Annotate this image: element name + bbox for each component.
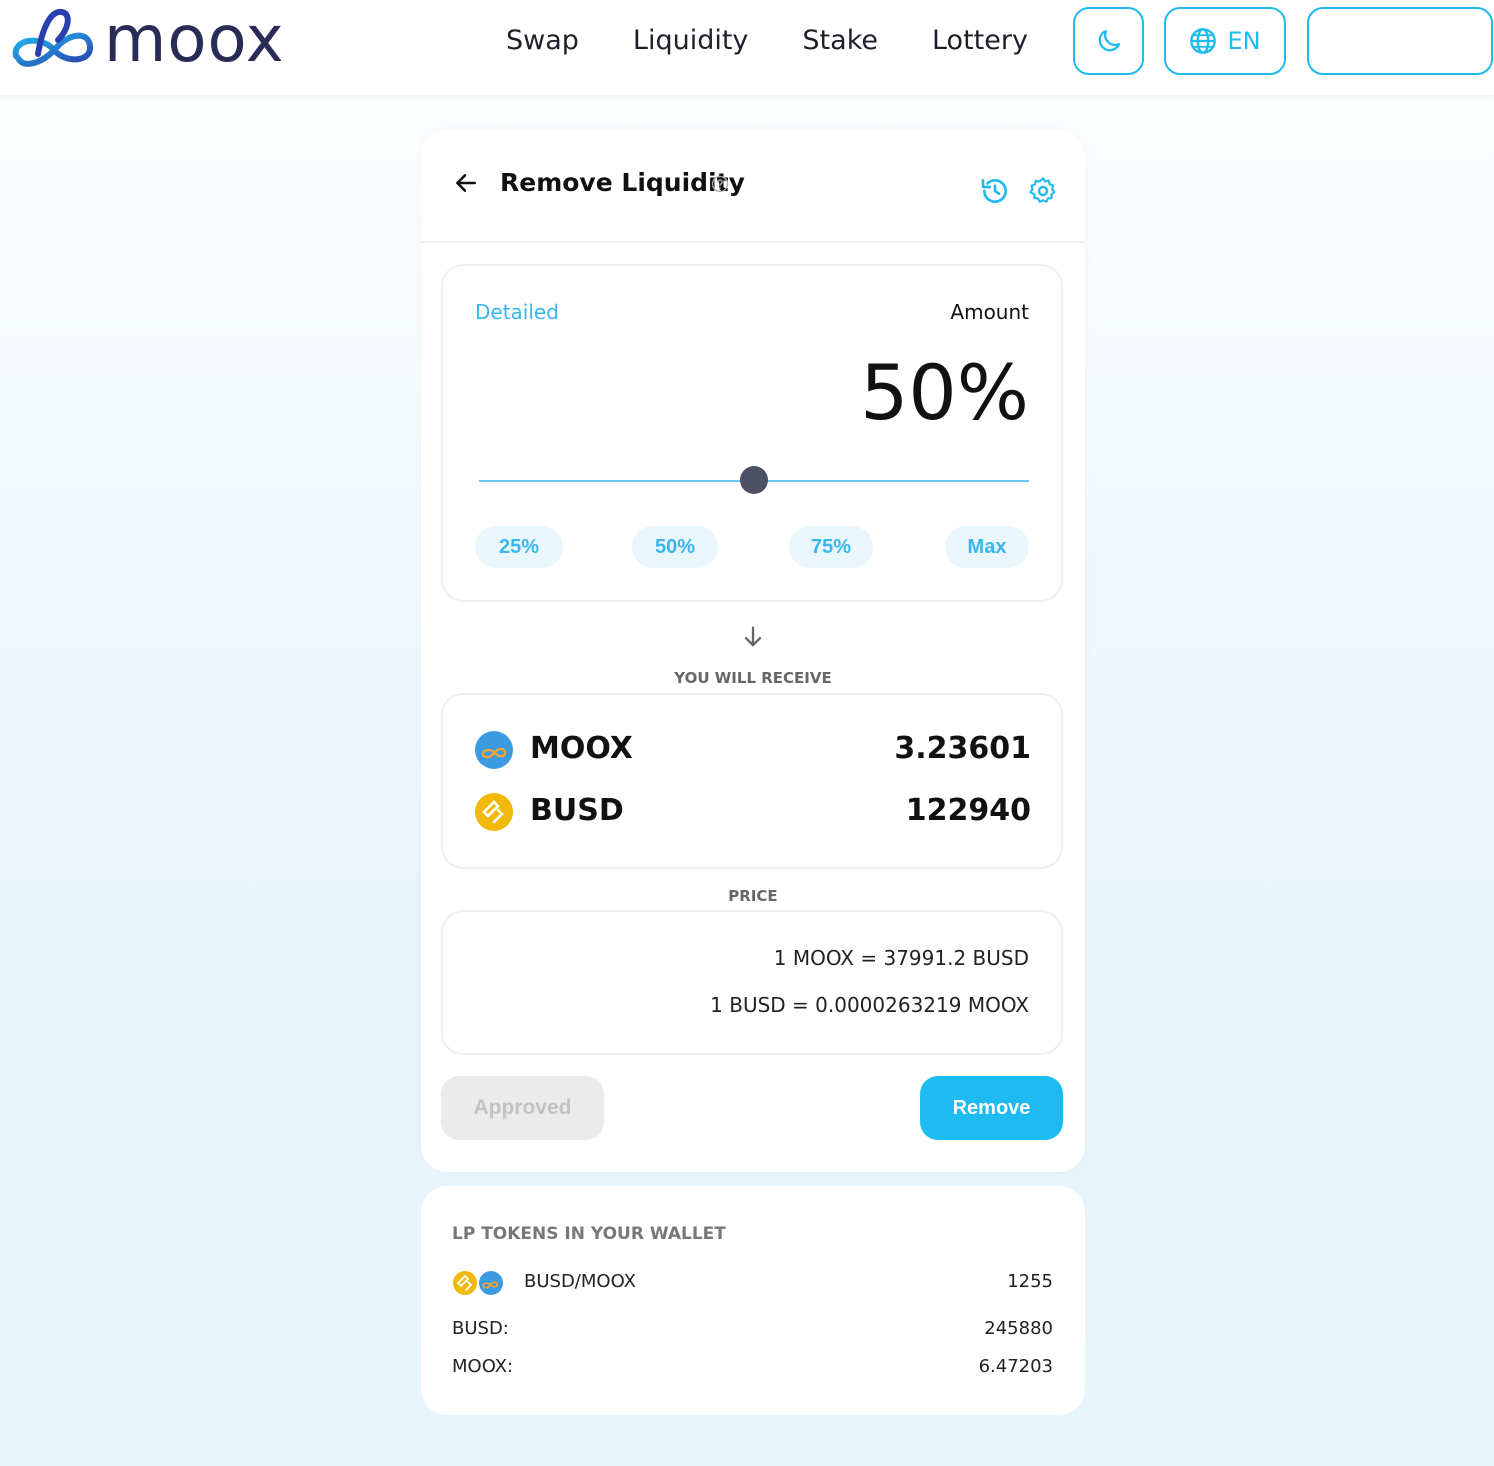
lp-row-value: 245880 [984, 1318, 1053, 1339]
help-icon[interactable] [711, 175, 729, 193]
receive-row-moox: MOOX 3.23601 [475, 729, 1031, 769]
arrow-down-icon [744, 626, 762, 647]
moox-token-icon [475, 731, 513, 769]
nav-liquidity[interactable]: Liquidity [633, 22, 749, 60]
lp-busd-row: BUSD: 245880 [452, 1315, 1053, 1343]
theme-toggle-button[interactable] [1073, 7, 1144, 75]
nav-swap[interactable]: Swap [506, 22, 579, 60]
lp-pair-amount: 1255 [1007, 1271, 1053, 1292]
history-icon[interactable] [979, 175, 1011, 207]
nav-lottery[interactable]: Lottery [932, 22, 1028, 60]
page-title: Remove Liquidity [500, 168, 745, 197]
amount-label: Amount [950, 300, 1029, 324]
card-header: Remove Liquidity [421, 130, 1085, 243]
receive-panel: MOOX 3.23601 BUSD 122940 [441, 693, 1063, 869]
busd-token-icon [475, 793, 513, 831]
price-panel: 1 MOOX = 37991.2 BUSD 1 BUSD = 0.0000263… [441, 910, 1063, 1055]
amount-slider-handle[interactable] [740, 466, 768, 494]
gear-icon[interactable] [1027, 175, 1059, 207]
preset-75-button[interactable]: 75% [789, 526, 873, 568]
brand-name: moox [104, 3, 285, 77]
lp-pair-label: BUSD/MOOX [524, 1271, 636, 1292]
lp-row-value: 6.47203 [978, 1356, 1053, 1377]
lp-tokens-title: LP TOKENS IN YOUR WALLET [452, 1224, 726, 1244]
preset-25-button[interactable]: 25% [475, 526, 563, 568]
amount-percent: 50% [860, 348, 1029, 437]
language-label: EN [1227, 27, 1261, 55]
price-moox-busd: 1 MOOX = 37991.2 BUSD [773, 946, 1029, 970]
lp-moox-row: MOOX: 6.47203 [452, 1353, 1053, 1381]
receive-token-name: BUSD [530, 793, 624, 828]
wallet-button[interactable] [1307, 7, 1493, 75]
receive-token-amount: 122940 [905, 793, 1031, 828]
language-button[interactable]: EN [1164, 7, 1286, 75]
receive-token-name: MOOX [530, 731, 633, 766]
preset-50-button[interactable]: 50% [632, 526, 718, 568]
lp-row-label: BUSD: [452, 1318, 509, 1339]
approved-button[interactable]: Approved [441, 1076, 604, 1140]
detailed-toggle[interactable]: Detailed [475, 300, 559, 324]
price-busd-moox: 1 BUSD = 0.0000263219 MOOX [710, 993, 1029, 1017]
receive-row-busd: BUSD 122940 [475, 791, 1031, 831]
moon-icon [1098, 29, 1120, 52]
arrow-left-icon[interactable] [453, 170, 479, 196]
lp-tokens-card: LP TOKENS IN YOUR WALLET BUSD/MOOX 1255 … [421, 1186, 1085, 1415]
receive-label: YOU WILL RECEIVE [674, 669, 832, 687]
price-label: PRICE [728, 887, 778, 905]
logo[interactable]: moox [10, 4, 285, 76]
lp-row-label: MOOX: [452, 1356, 514, 1377]
remove-liquidity-card: Remove Liquidity Detailed Amount 50% 25%… [421, 130, 1085, 1172]
main-nav: Swap Liquidity Stake Lottery [506, 22, 1082, 60]
pair-token-icons [453, 1271, 503, 1295]
globe-icon [1190, 28, 1217, 54]
lp-pair-row: BUSD/MOOX 1255 [452, 1268, 1053, 1296]
remove-button[interactable]: Remove [920, 1076, 1063, 1140]
amount-panel: Detailed Amount 50% 25% 50% 75% Max [441, 264, 1063, 602]
receive-token-amount: 3.23601 [894, 731, 1031, 766]
moox-logo-icon [12, 8, 93, 67]
top-header: moox Swap Liquidity Stake Lottery EN [0, 0, 1494, 95]
preset-max-button[interactable]: Max [945, 526, 1029, 568]
nav-stake[interactable]: Stake [802, 22, 878, 60]
